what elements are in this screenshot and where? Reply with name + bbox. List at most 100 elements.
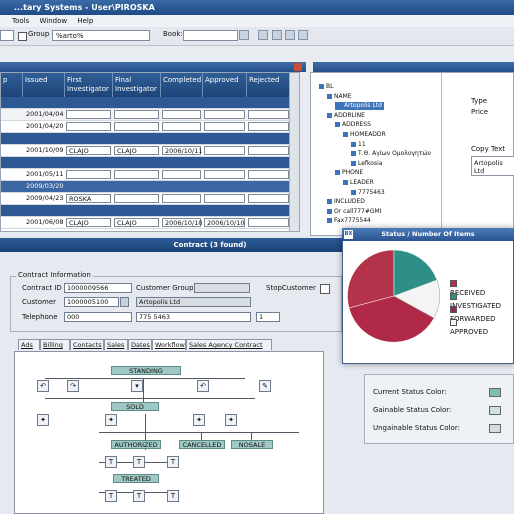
tree-node[interactable]: 7775463 — [351, 189, 385, 197]
tab-ads[interactable]: Ads — [18, 339, 40, 350]
settings-icon[interactable] — [298, 30, 308, 40]
current-status-color-label: Current Status Color: — [373, 388, 447, 396]
stamp-icon[interactable]: T — [167, 490, 179, 502]
browse-icon[interactable] — [239, 30, 249, 40]
stamp-icon[interactable]: T — [133, 456, 145, 468]
stamp-icon[interactable]: T — [105, 456, 117, 468]
table-cell — [248, 170, 289, 179]
tree-node[interactable]: LEADER — [343, 179, 374, 187]
stamp-icon[interactable]: T — [133, 490, 145, 502]
customer-id-field[interactable]: 1000005100 — [64, 297, 119, 307]
search-input[interactable]: %arto% — [52, 30, 150, 41]
state-treated[interactable]: TREATED — [113, 474, 159, 483]
table-cell: 2001/10/09 — [26, 146, 64, 154]
col-header[interactable]: Approved — [203, 73, 247, 97]
tab-sales-agency-contract[interactable]: Sales Agency Contract — [186, 339, 272, 350]
table-row[interactable]: 2001/04/20 — [1, 121, 299, 133]
telephone-code-field[interactable]: 000 — [64, 312, 132, 322]
lookup-icon[interactable] — [120, 297, 129, 307]
tree-node[interactable]: NAME — [327, 93, 352, 101]
col-header[interactable]: Completed — [161, 73, 203, 97]
tab-billing[interactable]: Billing — [40, 339, 70, 350]
tree-node[interactable]: HOMEADDR — [343, 131, 386, 139]
connector — [45, 398, 255, 399]
current-status-color-swatch[interactable] — [489, 388, 501, 397]
customer-group-field[interactable] — [194, 283, 250, 293]
tab-contacts[interactable]: Contacts — [70, 339, 104, 350]
telephone-ext-field[interactable]: 1 — [256, 312, 280, 322]
stamp-icon[interactable]: T — [167, 456, 179, 468]
tree-node[interactable]: Lefkosia — [351, 160, 382, 168]
table-cell — [248, 122, 289, 131]
toolbar-field[interactable] — [0, 30, 14, 41]
tree-node[interactable]: ADDRLINE — [327, 112, 365, 120]
tree-node[interactable]: Artopolis Ltd — [335, 102, 384, 111]
table-cell — [114, 170, 159, 179]
table-row[interactable] — [1, 97, 299, 109]
tree-node-icon — [327, 93, 332, 99]
menu-tools[interactable]: Tools — [12, 17, 29, 25]
open-icon[interactable] — [258, 30, 268, 40]
table-row[interactable]: 2001/04/04 — [1, 109, 299, 121]
tree-view[interactable]: BL NAME Artopolis Ltd ADDRLINE ADDRESS HOMEAD… — [311, 73, 442, 235]
tree-node[interactable]: BL — [319, 83, 333, 91]
table-row[interactable]: 2001/05/11 — [1, 169, 299, 181]
menu-window[interactable]: Window — [39, 17, 67, 25]
undo-icon[interactable]: ↶ — [197, 380, 209, 392]
legend-label: APPROVED — [450, 328, 489, 336]
tree-node[interactable]: ADDRESS — [335, 121, 371, 129]
state-authorized[interactable]: AUTHORIZED — [111, 440, 161, 449]
book-input[interactable] — [183, 30, 238, 41]
tree-node[interactable]: INCLUDED — [327, 198, 365, 206]
grid-scrollbar[interactable] — [289, 73, 299, 231]
state-cancelled[interactable]: CANCELLED — [179, 440, 225, 449]
tool-icon[interactable]: ✦ — [225, 414, 237, 426]
undo-icon[interactable]: ↶ — [37, 380, 49, 392]
col-header[interactable]: Final Investigator — [113, 73, 161, 97]
tree-node-icon — [335, 122, 340, 128]
table-row[interactable]: 2001/06/08 CLAJO CLAJO 2006/10/10 2006/10/10 — [1, 217, 299, 229]
stamp-icon[interactable]: T — [105, 490, 117, 502]
tool-icon[interactable]: ✦ — [105, 414, 117, 426]
close-icon[interactable] — [294, 63, 302, 71]
col-header[interactable]: Issued — [23, 73, 65, 97]
tree-node-icon — [351, 189, 356, 195]
group-label: Group — [28, 30, 50, 38]
col-header[interactable]: p — [1, 73, 23, 97]
tab-workflow[interactable]: Workflow — [152, 339, 186, 350]
tree-node[interactable]: Fax7775544 — [327, 217, 371, 225]
state-nosale[interactable]: NOSALE — [231, 440, 273, 449]
col-header[interactable]: First Investigator — [65, 73, 113, 97]
down-arrow-icon[interactable]: ▾ — [131, 380, 143, 392]
table-row[interactable] — [1, 133, 299, 145]
tree-node[interactable]: 11 — [351, 141, 366, 149]
state-standing[interactable]: STANDING — [111, 366, 181, 375]
table-row[interactable]: 2009/04/23 ROSKA — [1, 193, 299, 205]
tree-node[interactable]: PHONE — [335, 169, 363, 177]
copy-text-box[interactable]: Artopolis Ltd — [471, 156, 514, 176]
print-icon[interactable] — [285, 30, 295, 40]
tool-icon[interactable]: ✦ — [37, 414, 49, 426]
ungainable-status-color-swatch[interactable] — [489, 424, 501, 433]
customer-name-field[interactable]: Artopolis Ltd — [136, 297, 251, 307]
tab-dates[interactable]: Dates — [128, 339, 152, 350]
table-row[interactable] — [1, 157, 299, 169]
edit-icon[interactable]: ✎ — [259, 380, 271, 392]
redo-icon[interactable]: ↷ — [67, 380, 79, 392]
group-checkbox[interactable] — [18, 32, 27, 41]
table-row[interactable]: 2009/03/20 — [1, 181, 299, 193]
contract-id-field[interactable]: 1000009566 — [64, 283, 132, 293]
menu-help[interactable]: Help — [77, 17, 93, 25]
tree-node[interactable]: Or call777#GMI — [327, 208, 381, 216]
tool-icon[interactable]: ✦ — [193, 414, 205, 426]
state-sold[interactable]: SOLD — [111, 402, 159, 411]
table-row[interactable]: 2001/10/09 CLAJO CLAJO 2006/10/11 — [1, 145, 299, 157]
table-row[interactable] — [1, 205, 299, 217]
col-header[interactable]: Rejected — [247, 73, 291, 97]
gainable-status-color-swatch[interactable] — [489, 406, 501, 415]
tab-sales[interactable]: Sales — [104, 339, 128, 350]
stop-customer-checkbox[interactable] — [320, 284, 330, 294]
tree-node[interactable]: Τ.Θ. Αγίων Ομολογητών — [351, 150, 431, 158]
telephone-number-field[interactable]: 775 5463 — [136, 312, 251, 322]
save-icon[interactable] — [272, 30, 282, 40]
